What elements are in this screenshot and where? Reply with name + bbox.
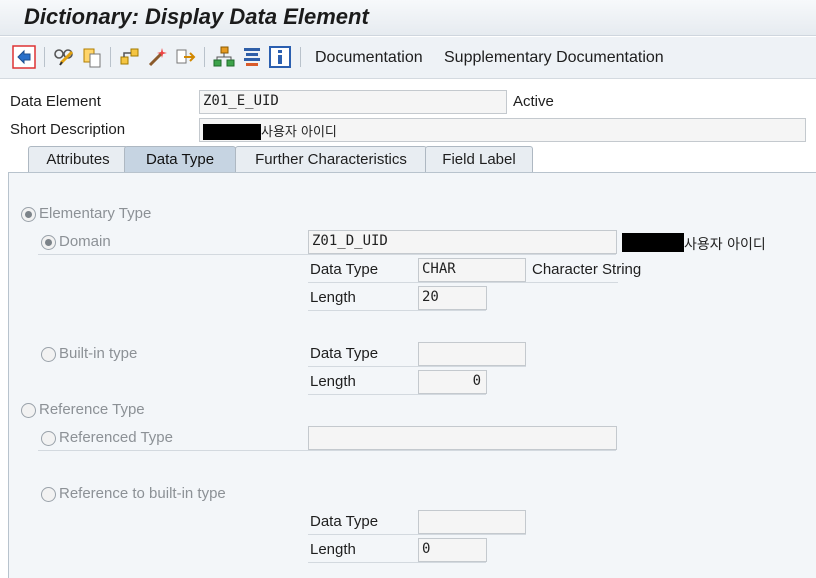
builtin-length-field[interactable]: 0 — [418, 370, 487, 394]
reference-type-radio[interactable] — [21, 403, 36, 418]
domain-description: 사용자 아이디 — [684, 237, 766, 253]
reference-builtin-label: Reference to built-in type — [59, 485, 226, 502]
data-element-field[interactable]: Z01_E_UID — [199, 90, 507, 114]
domain-radio[interactable] — [41, 235, 56, 250]
domain-length-label: Length — [310, 289, 356, 306]
divider — [38, 254, 616, 255]
divider — [308, 562, 486, 563]
tab-field-label[interactable]: Field Label — [425, 146, 533, 172]
referenced-type-label: Referenced Type — [59, 429, 173, 446]
reference-type-label: Reference Type — [39, 401, 145, 418]
reference-builtin-length-label: Length — [310, 541, 356, 558]
domain-data-type-description: Character String — [532, 261, 642, 278]
title-bar: Dictionary: Display Data Element — [0, 0, 816, 36]
activate-icon[interactable] — [146, 45, 170, 69]
hierarchy-icon[interactable] — [212, 45, 236, 69]
window-title: Dictionary: Display Data Element — [24, 4, 369, 29]
divider — [308, 366, 526, 367]
redacted-block — [203, 124, 261, 140]
reference-builtin-radio[interactable] — [41, 487, 56, 502]
builtin-data-type-field[interactable] — [418, 342, 526, 366]
tab-further-characteristics[interactable]: Further Characteristics — [235, 146, 427, 172]
domain-data-type-field[interactable]: CHAR — [418, 258, 526, 282]
divider — [38, 450, 616, 451]
divider — [308, 310, 486, 311]
toolbar-separator — [110, 47, 111, 67]
where-used-icon[interactable] — [118, 45, 142, 69]
builtin-data-type-label: Data Type — [310, 345, 379, 362]
reference-builtin-data-type-field[interactable] — [418, 510, 526, 534]
copy-object-icon[interactable] — [80, 45, 104, 69]
tab-attributes[interactable]: Attributes — [28, 146, 128, 172]
supplementary-documentation-button[interactable]: Supplementary Documentation — [444, 49, 664, 67]
short-description-text: 사용자 아이디 — [261, 125, 337, 140]
info-icon[interactable] — [268, 45, 292, 69]
divider — [308, 534, 526, 535]
display-change-icon[interactable] — [52, 45, 76, 69]
domain-field[interactable]: Z01_D_UID — [308, 230, 617, 254]
toolbar-separator — [300, 47, 301, 67]
back-icon[interactable] — [12, 45, 36, 69]
referenced-type-field[interactable] — [308, 426, 617, 450]
reference-builtin-length-field[interactable]: 0 — [418, 538, 487, 562]
domain-length-field[interactable]: 20 — [418, 286, 487, 310]
builtin-length-label: Length — [310, 373, 356, 390]
toolbar-separator — [44, 47, 45, 67]
domain-label: Domain — [59, 233, 111, 250]
application-toolbar: Documentation Supplementary Documentatio… — [0, 37, 816, 79]
navigation-icon[interactable] — [174, 45, 198, 69]
tab-data-type[interactable]: Data Type — [124, 146, 236, 172]
referenced-type-radio[interactable] — [41, 431, 56, 446]
domain-data-type-label: Data Type — [310, 261, 379, 278]
documentation-button[interactable]: Documentation — [315, 49, 423, 67]
status-text: Active — [513, 93, 554, 110]
short-description-label: Short Description — [10, 121, 126, 138]
divider — [308, 282, 618, 283]
tab-strip: Attributes Data Type Further Characteris… — [0, 146, 816, 172]
list-icon[interactable] — [240, 45, 264, 69]
divider — [308, 394, 486, 395]
reference-builtin-data-type-label: Data Type — [310, 513, 379, 530]
builtin-type-label: Built-in type — [59, 345, 138, 362]
builtin-type-radio[interactable] — [41, 347, 56, 362]
elementary-type-radio[interactable] — [21, 207, 36, 222]
toolbar-separator — [204, 47, 205, 67]
short-description-field[interactable]: 사용자 아이디 — [199, 118, 806, 142]
redacted-block — [622, 233, 684, 252]
elementary-type-label: Elementary Type — [39, 205, 152, 222]
data-element-label: Data Element — [10, 93, 101, 110]
